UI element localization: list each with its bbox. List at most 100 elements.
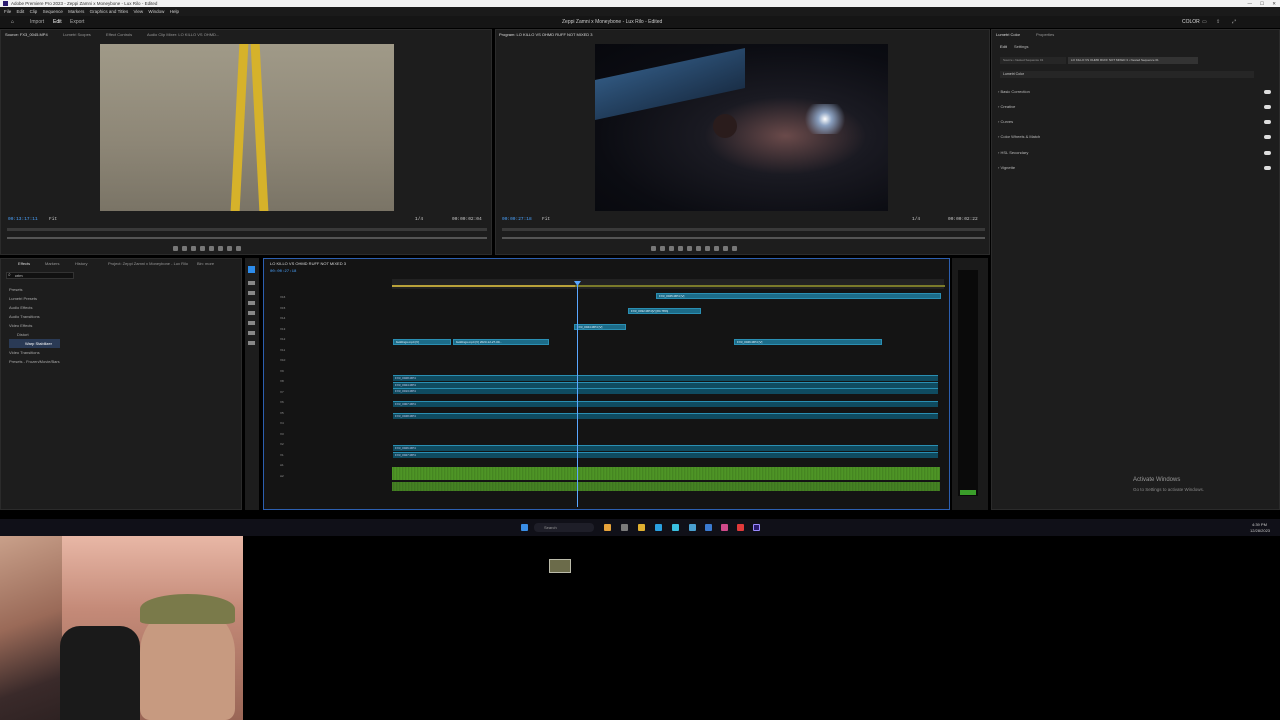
- tree-item-audio-effects[interactable]: Audio Effects: [9, 303, 60, 312]
- timeline-clip[interactable]: FX3_0007.MP4: [393, 401, 938, 407]
- menu-help[interactable]: Help: [170, 9, 179, 14]
- section-basic-correction[interactable]: › Basic Correction: [998, 89, 1030, 94]
- tab-audio-clip-mixer[interactable]: Audio Clip Mixer: LO KILLO VS OHMD...: [147, 32, 219, 37]
- timeline-clip[interactable]: FX3_0046.MP4 [V]: [734, 339, 882, 345]
- step-back-icon[interactable]: [191, 246, 196, 251]
- section-vignette[interactable]: › Vignette: [998, 165, 1015, 170]
- program-transport-controls[interactable]: [651, 246, 741, 253]
- effects-search-input[interactable]: crim: [6, 272, 74, 279]
- tab-bin[interactable]: Bin: more: [197, 261, 214, 266]
- menu-sequence[interactable]: Sequence: [43, 9, 63, 14]
- extract-icon[interactable]: [723, 246, 728, 251]
- export-frame-icon[interactable]: [236, 246, 241, 251]
- task-view-icon[interactable]: [621, 524, 628, 531]
- step-back-icon[interactable]: [678, 246, 683, 251]
- timeline-clip[interactable]: FX3_0028.MP4: [393, 375, 938, 381]
- timeline-clip[interactable]: FX3_0048.MP4: [393, 413, 938, 419]
- lumetri-edit-tab[interactable]: Edit: [1000, 44, 1007, 49]
- slip-tool-icon[interactable]: [248, 311, 255, 315]
- tree-item-distort[interactable]: Distort: [9, 330, 60, 339]
- timeline-clip[interactable]: buildings.mp4 [V]: [393, 339, 451, 345]
- go-to-out-icon[interactable]: [705, 246, 710, 251]
- menu-graphics[interactable]: Graphics and Titles: [90, 9, 129, 14]
- source-scrub-bar[interactable]: [7, 237, 487, 239]
- home-icon[interactable]: ⌂: [11, 16, 14, 29]
- quick-export-icon[interactable]: ⇪: [1216, 16, 1220, 29]
- menu-view[interactable]: View: [133, 9, 143, 14]
- source-time-ruler[interactable]: [7, 228, 487, 231]
- lumetri-source-select[interactable]: Source • Nested Sequence 01: [1000, 57, 1066, 64]
- export-frame-icon[interactable]: [732, 246, 737, 251]
- close-button[interactable]: ✕: [1272, 0, 1276, 7]
- program-fit-select[interactable]: Fit: [542, 217, 550, 222]
- timeline-clip[interactable]: FX3_0027.MP4: [393, 452, 938, 458]
- tab-source[interactable]: Source: FX3_0045.MP4: [5, 32, 48, 37]
- source-transport-controls[interactable]: [173, 246, 245, 253]
- mark-in-icon[interactable]: [651, 246, 656, 251]
- lumetri-effect-select[interactable]: Lumetri Color: [1000, 71, 1254, 78]
- tab-markers[interactable]: Markers: [45, 261, 59, 266]
- type-tool-icon[interactable]: [248, 341, 255, 345]
- lumetri-target-select[interactable]: LO KILLO VS OHMD RUFF NOT MIXED 3 • Nest…: [1068, 57, 1198, 64]
- import-tab[interactable]: Import: [30, 16, 44, 29]
- mark-out-icon[interactable]: [660, 246, 665, 251]
- program-scrub-bar[interactable]: [502, 237, 985, 239]
- edge-icon[interactable]: [655, 524, 662, 531]
- source-quality-select[interactable]: 1/4: [415, 217, 423, 222]
- step-forward-icon[interactable]: [696, 246, 701, 251]
- tab-properties[interactable]: Properties: [1036, 32, 1054, 37]
- fullscreen-icon[interactable]: ⤢: [1232, 16, 1236, 29]
- taskbar-search[interactable]: Search: [534, 523, 594, 532]
- file-explorer-icon[interactable]: [604, 524, 611, 531]
- section-curves[interactable]: › Curves: [998, 119, 1013, 124]
- tree-item-audio-transitions[interactable]: Audio Transitions: [9, 312, 60, 321]
- source-timecode[interactable]: 00:13:17:11: [8, 217, 38, 222]
- timeline-clip[interactable]: FX3_0044.MP4 [V]: [574, 324, 626, 330]
- tree-item-warp-stabilizer[interactable]: Warp Stabilizer: [9, 339, 60, 348]
- playhead[interactable]: [577, 281, 578, 507]
- menu-window[interactable]: Window: [148, 9, 164, 14]
- section-color-wheels[interactable]: › Color Wheels & Match: [998, 134, 1040, 139]
- timeline-clip[interactable]: FX3_0032.MP4[V] [84.78%]: [628, 308, 701, 314]
- track-select-tool-icon[interactable]: [248, 281, 255, 285]
- source-fit-select[interactable]: Fit: [49, 217, 57, 222]
- toggle-basic-correction[interactable]: [1264, 90, 1271, 94]
- menu-clip[interactable]: Clip: [30, 9, 38, 14]
- minimize-button[interactable]: —: [1248, 0, 1253, 7]
- tab-effects[interactable]: Effects: [18, 261, 30, 266]
- lumetri-settings-tab[interactable]: Settings: [1014, 44, 1028, 49]
- toggle-hsl-secondary[interactable]: [1264, 151, 1271, 155]
- edit-tab[interactable]: Edit: [53, 16, 62, 29]
- folder-icon[interactable]: [638, 524, 645, 531]
- tab-effect-controls[interactable]: Effect Controls: [106, 32, 132, 37]
- layout-icon[interactable]: ▭: [1202, 16, 1207, 29]
- mark-in-icon[interactable]: [173, 246, 178, 251]
- program-quality-select[interactable]: 1/4: [912, 217, 920, 222]
- toggle-curves[interactable]: [1264, 120, 1271, 124]
- program-time-ruler[interactable]: [502, 228, 985, 231]
- play-icon[interactable]: [200, 246, 205, 251]
- maximize-button[interactable]: ☐: [1260, 0, 1264, 7]
- toggle-color-wheels[interactable]: [1264, 135, 1271, 139]
- play-icon[interactable]: [687, 246, 692, 251]
- section-hsl-secondary[interactable]: › HSL Secondary: [998, 150, 1028, 155]
- ripple-edit-tool-icon[interactable]: [248, 291, 255, 295]
- razor-tool-icon[interactable]: [248, 301, 255, 305]
- step-forward-icon[interactable]: [209, 246, 214, 251]
- premiere-taskbar-icon[interactable]: [753, 524, 760, 531]
- go-to-in-icon[interactable]: [669, 246, 674, 251]
- menu-edit[interactable]: Edit: [17, 9, 25, 14]
- tab-lumetri-color[interactable]: Lumetri Color: [996, 32, 1020, 37]
- tab-project[interactable]: Project: Zeppi Zamni x Moneybone - Lux R…: [108, 261, 188, 266]
- windows-start-icon[interactable]: [521, 524, 528, 531]
- program-timecode[interactable]: 00:00:27:18: [502, 217, 532, 222]
- toggle-vignette[interactable]: [1264, 166, 1271, 170]
- mark-out-icon[interactable]: [182, 246, 187, 251]
- section-creative[interactable]: › Creative: [998, 104, 1015, 109]
- tab-program[interactable]: Program: LO KILLO VS OHMD RUFF NOT MIXED…: [499, 32, 593, 37]
- tree-item-presets-extra[interactable]: Presets - Frozen/Movie/Bars: [9, 357, 60, 366]
- timeline-clip[interactable]: FX3_0013.MP4: [393, 388, 938, 394]
- insert-icon[interactable]: [218, 246, 223, 251]
- export-tab[interactable]: Export: [70, 16, 84, 29]
- selection-tool-icon[interactable]: [248, 266, 255, 273]
